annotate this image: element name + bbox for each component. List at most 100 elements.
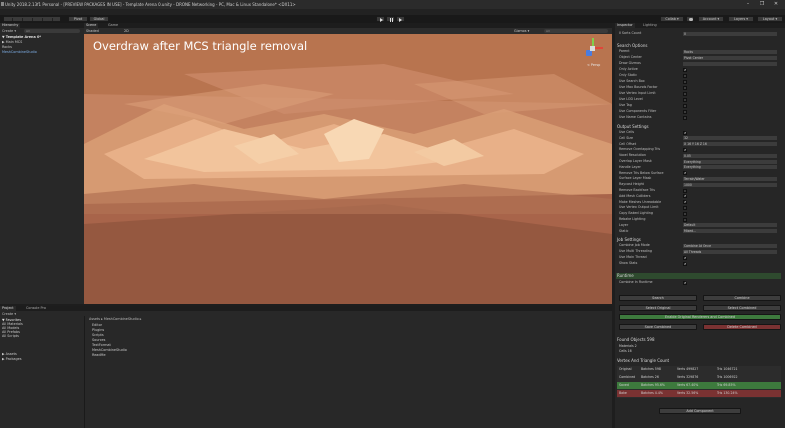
search-row-field[interactable]: Rocks	[683, 49, 777, 54]
pivot-toggle[interactable]: Pivot	[68, 16, 88, 22]
rotate-tool-icon[interactable]	[25, 18, 33, 21]
search-row-checkbox[interactable]	[683, 85, 687, 90]
scale-tool-icon[interactable]	[35, 18, 43, 21]
output-row-field[interactable]: 32	[683, 136, 777, 141]
tab-hierarchy[interactable]: Hierarchy	[0, 23, 21, 28]
minimize-button[interactable]: –	[742, 1, 754, 8]
output-row-field[interactable]: Mixed...	[683, 229, 777, 234]
output-row-checkbox[interactable]: ✓	[683, 147, 687, 152]
search-row-checkbox[interactable]	[683, 103, 687, 108]
tab-lighting[interactable]: Lighting	[641, 23, 659, 28]
hierarchy-item-main-mcs[interactable]: ▶ Main MCS	[2, 40, 22, 44]
enable-both-button[interactable]: Enable Original Renderers and Combined	[619, 314, 781, 320]
tab-project[interactable]: Project	[0, 306, 16, 311]
output-row-checkbox[interactable]: ✓	[683, 200, 687, 205]
combine-button[interactable]: Combine	[703, 295, 781, 301]
output-row-checkbox[interactable]: ✓	[683, 171, 687, 176]
folder-editor[interactable]: Editor	[92, 323, 102, 327]
output-row-label: Raycast Height	[619, 182, 644, 187]
hand-tool-icon[interactable]	[5, 18, 13, 21]
scene-viewport[interactable]: Overdraw after MCS triangle removal < Pe…	[84, 34, 612, 304]
global-toggle[interactable]: Global	[89, 16, 109, 22]
rect-tool-icon[interactable]	[45, 18, 53, 21]
output-row-field[interactable]: X 16 Y 16 Z 16	[683, 142, 777, 147]
job-row-checkbox[interactable]: ✓	[683, 261, 687, 266]
job-row-field[interactable]: All Threads	[683, 249, 777, 254]
search-row-checkbox[interactable]	[683, 79, 687, 84]
pause-button[interactable]	[386, 16, 395, 22]
search-row-checkbox[interactable]: ✓	[683, 67, 687, 72]
output-row-checkbox[interactable]	[683, 217, 687, 222]
combine-runtime-label: Combine In Runtime	[619, 280, 653, 284]
output-row-field[interactable]: Default	[683, 223, 777, 228]
shading-dropdown[interactable]: Shaded	[86, 29, 99, 33]
output-row-field[interactable]: Everything	[683, 159, 777, 164]
search-row-checkbox[interactable]	[683, 115, 687, 120]
play-button[interactable]	[376, 16, 385, 22]
folder-plugins[interactable]: Plugins	[92, 328, 104, 332]
search-row-checkbox[interactable]	[683, 73, 687, 78]
folder-scripts[interactable]: Scripts	[92, 333, 104, 337]
cloud-button[interactable]	[686, 16, 694, 22]
layers-dropdown[interactable]: Layers ▾	[728, 16, 754, 22]
section-search-options[interactable]: Search Options	[617, 43, 781, 48]
tab-console-pro[interactable]: Console Pro	[24, 306, 48, 311]
section-runtime[interactable]: Runtime	[617, 273, 781, 278]
project-create-button[interactable]: Create ▾	[2, 312, 16, 316]
scene-gizmo[interactable]	[582, 38, 604, 60]
select-original-button[interactable]: Select Original	[619, 305, 697, 311]
add-component-button[interactable]: Add Component	[659, 408, 741, 414]
step-button[interactable]	[396, 16, 405, 22]
search-row-checkbox[interactable]	[683, 97, 687, 102]
search-row-checkbox[interactable]	[683, 109, 687, 114]
search-button[interactable]: Search	[619, 295, 697, 301]
sorts-count-field[interactable]: 0	[683, 31, 777, 36]
account-dropdown[interactable]: Account ▾	[698, 16, 724, 22]
project-root-assets[interactable]: ▶ Assets	[2, 352, 17, 356]
delete-combined-button[interactable]: Delete Combined	[703, 324, 781, 330]
output-row-field[interactable]: 1000	[683, 182, 777, 187]
persp-label[interactable]: < Persp	[587, 63, 600, 67]
close-button[interactable]: ✕	[770, 1, 782, 8]
section-output-settings[interactable]: Output Settings	[617, 124, 781, 129]
job-row-field[interactable]: Combine At Once	[683, 243, 777, 248]
job-row-checkbox[interactable]: ✓	[683, 255, 687, 260]
output-row-checkbox[interactable]	[683, 205, 687, 210]
maximize-button[interactable]: ❐	[756, 1, 768, 8]
asset-readme[interactable]: ReadMe	[92, 353, 106, 357]
hierarchy-scene-root[interactable]: ▼ Template Arena 0*	[2, 35, 41, 39]
gizmos-dropdown[interactable]: Gizmos ▾	[514, 29, 529, 33]
section-job-settings[interactable]: Job Settings	[617, 237, 781, 242]
output-row-checkbox[interactable]	[683, 188, 687, 193]
scene-search-input[interactable]: All	[544, 29, 608, 33]
project-root-packages[interactable]: ▶ Packages	[2, 357, 22, 361]
project-breadcrumb[interactable]: Assets ▸ MeshCombineStudio ▸	[89, 317, 141, 321]
combine-runtime-checkbox[interactable]: ✓	[683, 280, 687, 285]
search-row-field[interactable]	[683, 61, 777, 66]
2d-toggle[interactable]: 2D	[124, 29, 129, 33]
search-row-checkbox[interactable]	[683, 91, 687, 96]
collab-dropdown[interactable]: Collab ▾	[660, 16, 684, 22]
output-row-field[interactable]: Everything	[683, 165, 777, 170]
output-row-checkbox[interactable]: ✓	[683, 130, 687, 135]
output-row-field[interactable]: Terrain/Water	[683, 176, 777, 181]
section-found-objects[interactable]: Found Objects 598	[617, 337, 781, 342]
folder-textformat[interactable]: TextFormat	[92, 343, 111, 347]
layout-dropdown[interactable]: Layout ▾	[757, 16, 783, 22]
favorite-all-scripts[interactable]: All Scripts	[2, 334, 19, 338]
hierarchy-item-rocks[interactable]: Rocks	[2, 45, 12, 49]
output-row-field[interactable]: 0.05	[683, 153, 777, 158]
output-row-checkbox[interactable]: ✓	[683, 194, 687, 199]
search-row-field[interactable]: Pivot Center	[683, 55, 777, 60]
folder-sources[interactable]: Sources	[92, 338, 105, 342]
output-row-checkbox[interactable]	[683, 211, 687, 216]
hierarchy-search-input[interactable]: All	[24, 29, 80, 33]
move-tool-icon[interactable]	[15, 18, 23, 21]
asset-meshcombinestudio[interactable]: MeshCombineStudio	[92, 348, 127, 352]
hierarchy-create-button[interactable]: Create ▾	[2, 29, 16, 33]
hierarchy-item-meshcombinestudio[interactable]: MeshCombineStudio	[2, 50, 37, 54]
section-vertex-triangle[interactable]: Vertex And Triangle Count	[617, 358, 781, 363]
save-combined-button[interactable]: Save Combined	[619, 324, 697, 330]
tab-inspector[interactable]: Inspector	[615, 23, 635, 28]
select-combined-button[interactable]: Select Combined	[703, 305, 781, 311]
